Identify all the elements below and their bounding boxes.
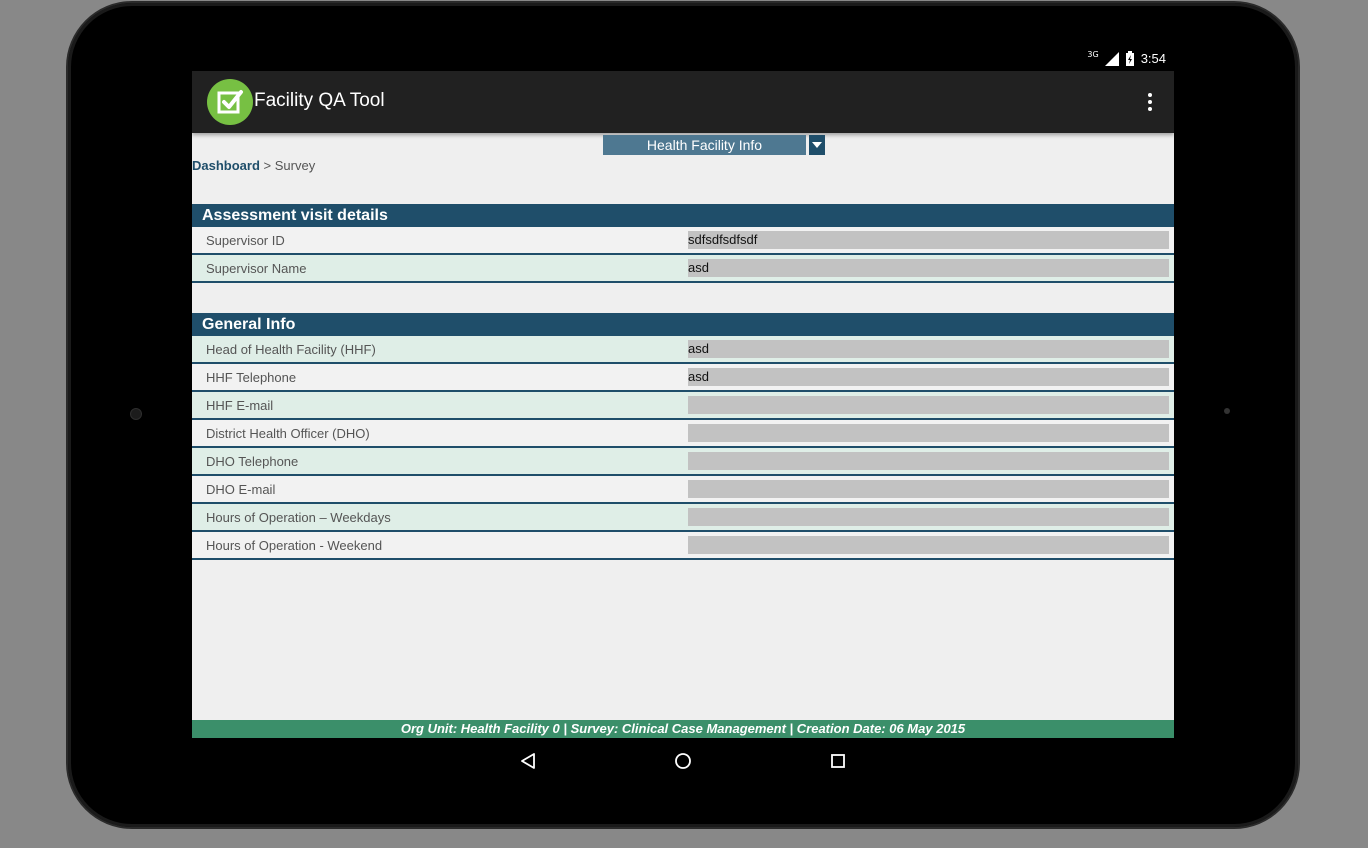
section-dropdown[interactable]: Health Facility Info: [603, 135, 825, 155]
form-row-dho-email: DHO E-mail: [192, 476, 1174, 504]
app-title: Facility QA Tool: [254, 90, 385, 111]
hhf-telephone-input[interactable]: asd: [688, 368, 1169, 386]
front-camera: [130, 408, 142, 420]
form-row-dho: District Health Officer (DHO): [192, 420, 1174, 448]
status-bar: 3G 3:54: [192, 47, 1174, 71]
field-label: HHF E-mail: [206, 398, 274, 413]
form-row-dho-telephone: DHO Telephone: [192, 448, 1174, 476]
hours-weekend-input[interactable]: [688, 536, 1169, 554]
breadcrumb-dashboard-link[interactable]: Dashboard: [192, 158, 260, 173]
field-label: DHO Telephone: [206, 454, 299, 469]
check-box-icon: [207, 79, 253, 125]
dho-email-input[interactable]: [688, 480, 1169, 498]
form-row-hours-weekdays: Hours of Operation – Weekdays: [192, 504, 1174, 532]
form-row-hours-weekend: Hours of Operation - Weekend: [192, 532, 1174, 560]
system-nav-bar: [192, 738, 1174, 784]
app-screen: 3G 3:54 Facility QA Tool Health Facility…: [192, 47, 1174, 738]
survey-info-footer: Org Unit: Health Facility 0 | Survey: Cl…: [192, 720, 1174, 738]
form-row-supervisor-name: Supervisor Name asd: [192, 255, 1174, 283]
dropdown-arrow-icon[interactable]: [809, 135, 825, 155]
field-label: HHF Telephone: [206, 370, 297, 385]
hhf-input[interactable]: asd: [688, 340, 1169, 358]
battery-charging-icon: [1125, 51, 1134, 66]
network-type-label: 3G: [1087, 50, 1099, 59]
form-row-hhf-telephone: HHF Telephone asd: [192, 364, 1174, 392]
clock: 3:54: [1140, 51, 1166, 66]
dho-telephone-input[interactable]: [688, 452, 1169, 470]
home-icon[interactable]: [672, 750, 694, 772]
breadcrumb-separator: >: [263, 158, 272, 173]
section-header-assessment: Assessment visit details: [192, 204, 1174, 227]
section-header-general-info: General Info: [192, 313, 1174, 336]
section-dropdown-value: Health Facility Info: [603, 135, 806, 155]
supervisor-name-input[interactable]: asd: [688, 259, 1169, 277]
breadcrumb-current: Survey: [274, 158, 316, 173]
sensor-dot: [1224, 408, 1230, 414]
form-row-supervisor-id: Supervisor ID sdfsdfsdfsdf: [192, 227, 1174, 255]
field-label: Head of Health Facility (HHF): [206, 342, 376, 357]
signal-icon: [1104, 51, 1119, 66]
dho-input[interactable]: [688, 424, 1169, 442]
assessment-rows: Supervisor ID sdfsdfsdfsdf Supervisor Na…: [192, 227, 1174, 283]
field-label: Hours of Operation - Weekend: [206, 538, 383, 553]
back-icon[interactable]: [517, 750, 539, 772]
field-label: Supervisor Name: [206, 261, 307, 276]
field-label: Supervisor ID: [206, 233, 285, 248]
general-info-rows: Head of Health Facility (HHF) asd HHF Te…: [192, 336, 1174, 560]
field-label: DHO E-mail: [206, 482, 276, 497]
app-bar: Facility QA Tool: [192, 71, 1174, 133]
overflow-menu-icon[interactable]: [1140, 89, 1160, 115]
form-row-hhf-email: HHF E-mail: [192, 392, 1174, 420]
recents-icon[interactable]: [827, 750, 849, 772]
hhf-email-input[interactable]: [688, 396, 1169, 414]
form-row-hhf: Head of Health Facility (HHF) asd: [192, 336, 1174, 364]
hours-weekdays-input[interactable]: [688, 508, 1169, 526]
field-label: Hours of Operation – Weekdays: [206, 510, 391, 525]
breadcrumb: Dashboard > Survey: [192, 158, 315, 173]
supervisor-id-input[interactable]: sdfsdfsdfsdf: [688, 231, 1169, 249]
field-label: District Health Officer (DHO): [206, 426, 370, 441]
